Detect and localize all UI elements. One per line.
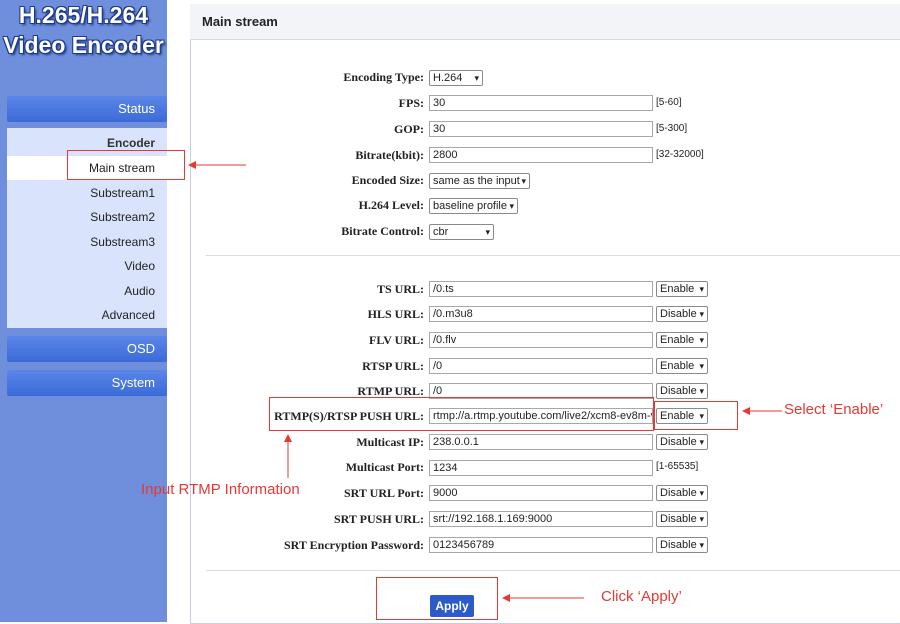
gop-input[interactable]: 30: [429, 121, 653, 137]
hls-url-input[interactable]: /0.m3u8: [429, 306, 653, 322]
chevron-down-icon: ▾: [699, 361, 704, 371]
rtsp-url-state-select[interactable]: Enable ▾: [656, 358, 708, 374]
annotation-arrow-up: [284, 434, 292, 478]
chevron-down-icon: ▾: [474, 73, 479, 83]
flv-url-label: FLV URL:: [368, 333, 424, 347]
sidebar-item-audio[interactable]: Audio: [7, 279, 167, 303]
annotation-box-push-url: [269, 397, 654, 431]
chevron-down-icon: ▾: [699, 284, 704, 294]
chevron-down-icon: ▾: [699, 540, 704, 550]
fps-label: FPS:: [398, 96, 424, 110]
chevron-down-icon: ▾: [699, 335, 704, 345]
bitrate-control-label: Bitrate Control:: [341, 224, 424, 238]
srt-password-state-select[interactable]: Disable ▾: [656, 537, 708, 553]
annotation-input-rtmp: Input RTMP Information: [141, 481, 300, 498]
encoding-type-label: Encoding Type:: [343, 70, 424, 84]
nav-status[interactable]: Status: [7, 96, 167, 122]
chevron-down-icon: ▾: [509, 201, 514, 211]
srt-push-input[interactable]: srt://192.168.1.169:9000: [429, 511, 653, 527]
srt-password-input[interactable]: 0123456789: [429, 537, 653, 553]
chevron-down-icon: ▾: [699, 386, 704, 396]
divider: [206, 255, 900, 256]
hls-url-label: HLS URL:: [367, 307, 424, 321]
annotation-select-enable: Select ‘Enable’: [784, 401, 884, 418]
chevron-down-icon: ▾: [485, 227, 490, 237]
fps-range: [5-60]: [656, 97, 682, 108]
gop-label: GOP:: [394, 122, 424, 136]
logo: H.265/H.264 Video Encoder: [0, 0, 167, 60]
encoded-size-label: Encoded Size:: [351, 173, 424, 187]
srt-password-label: SRT Encryption Password:: [283, 538, 424, 552]
annotation-arrow-left: [742, 407, 782, 415]
sidebar-item-substream1[interactable]: Substream1: [7, 181, 167, 205]
sidebar-item-advanced[interactable]: Advanced: [7, 303, 167, 327]
multicast-port-input[interactable]: 1234: [429, 460, 653, 476]
chevron-down-icon: ▾: [699, 514, 704, 524]
hls-url-state-select[interactable]: Disable ▾: [656, 306, 708, 322]
ts-url-input[interactable]: /0.ts: [429, 281, 653, 297]
srt-push-state-select[interactable]: Disable ▾: [656, 511, 708, 527]
ts-url-state-select[interactable]: Enable ▾: [656, 281, 708, 297]
sidebar-item-video[interactable]: Video: [7, 254, 167, 278]
sidebar-item-substream3[interactable]: Substream3: [7, 230, 167, 254]
logo-line2: Video Encoder: [3, 32, 164, 58]
encoded-size-select[interactable]: same as the input ▾: [429, 173, 530, 189]
page-title: Main stream: [190, 4, 900, 40]
multicast-port-label: Multicast Port:: [345, 460, 424, 474]
chevron-down-icon: ▾: [521, 176, 526, 186]
annotation-click-apply: Click ‘Apply’: [601, 588, 682, 605]
rtsp-url-label: RTSP URL:: [362, 359, 424, 373]
annotation-arrow-left: [502, 594, 584, 602]
annotation-box-main-stream: [67, 150, 185, 180]
flv-url-input[interactable]: /0.flv: [429, 332, 653, 348]
bitrate-input[interactable]: 2800: [429, 147, 653, 163]
bitrate-range: [32-32000]: [656, 149, 704, 160]
srt-port-input[interactable]: 9000: [429, 485, 653, 501]
nav-osd[interactable]: OSD: [7, 336, 167, 362]
multicast-ip-label: Multicast IP:: [356, 435, 424, 449]
encoding-type-select[interactable]: H.264 ▾: [429, 70, 483, 86]
nav-system[interactable]: System: [7, 370, 167, 396]
bitrate-control-select[interactable]: cbr ▾: [429, 224, 494, 240]
h264-level-select[interactable]: baseline profile ▾: [429, 198, 518, 214]
rtmp-url-state-select[interactable]: Disable ▾: [656, 383, 708, 399]
multicast-ip-state-select[interactable]: Disable ▾: [656, 434, 708, 450]
flv-url-state-select[interactable]: Enable ▾: [656, 332, 708, 348]
chevron-down-icon: ▾: [699, 488, 704, 498]
sidebar-item-substream2[interactable]: Substream2: [7, 205, 167, 229]
chevron-down-icon: ▾: [699, 309, 704, 319]
rtsp-url-input[interactable]: /0: [429, 358, 653, 374]
logo-line1: H.265/H.264: [18, 2, 149, 28]
annotation-arrow-left: [188, 161, 246, 169]
divider: [206, 570, 900, 571]
chevron-down-icon: ▾: [699, 437, 704, 447]
fps-input[interactable]: 30: [429, 95, 653, 111]
multicast-port-range: [1-65535]: [656, 461, 699, 472]
h264-level-label: H.264 Level:: [358, 198, 424, 212]
srt-push-label: SRT PUSH URL:: [333, 512, 424, 526]
annotation-box-apply: [376, 577, 498, 620]
bitrate-label: Bitrate(kbit):: [355, 148, 424, 162]
srt-port-state-select[interactable]: Disable ▾: [656, 485, 708, 501]
ts-url-label: TS URL:: [376, 282, 424, 296]
gop-range: [5-300]: [656, 123, 688, 134]
multicast-ip-input[interactable]: 238.0.0.1: [429, 434, 653, 450]
annotation-box-enable: [654, 401, 738, 430]
